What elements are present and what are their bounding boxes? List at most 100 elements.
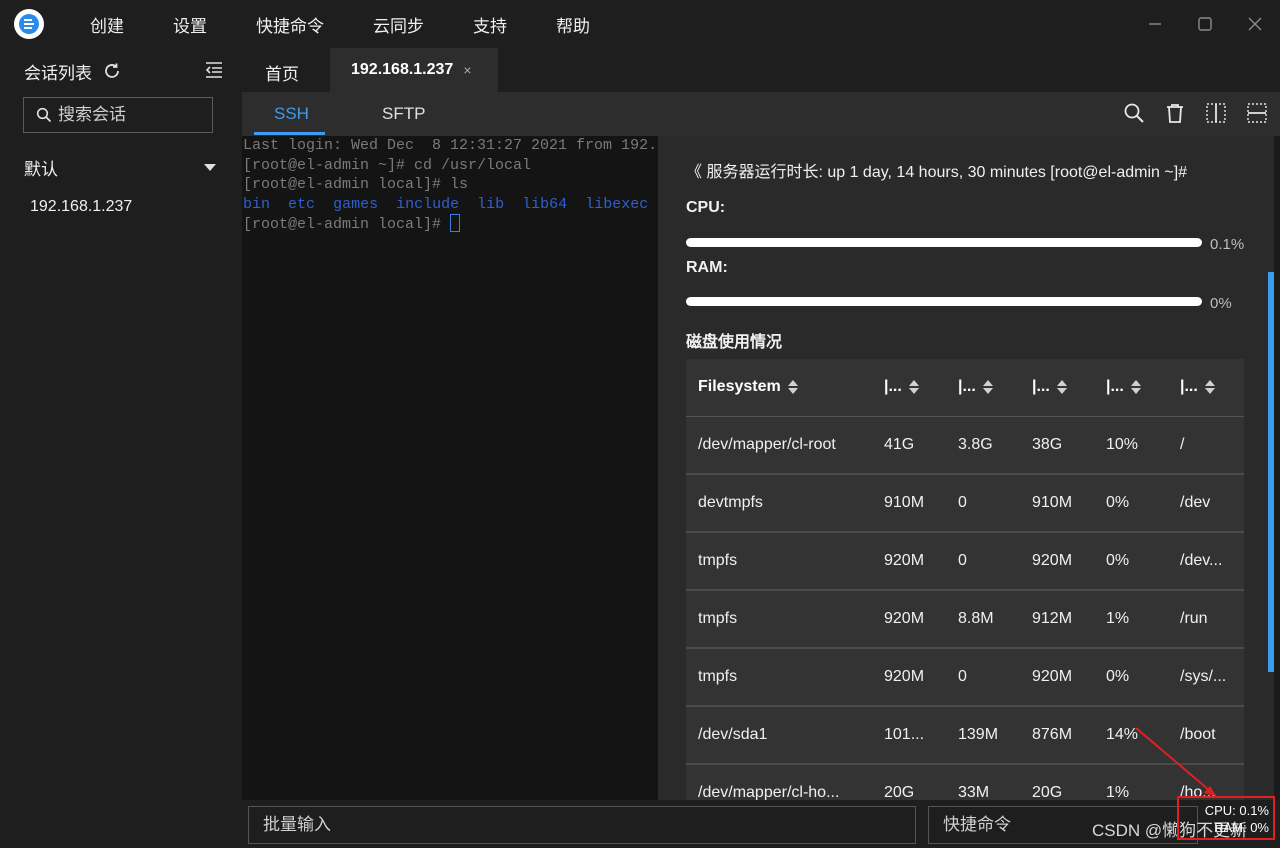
split-horizontal-icon[interactable] <box>1246 102 1268 124</box>
table-cell: 1% <box>1094 590 1168 649</box>
tab-bar: 首页 192.168.1.237 × <box>242 48 1280 92</box>
session-item[interactable]: 192.168.1.237 <box>30 198 132 216</box>
table-cell: /dev/mapper/cl-root <box>686 416 872 475</box>
table-cell: /dev/sda1 <box>686 706 872 765</box>
group-label: 默认 <box>24 159 58 179</box>
tab-ssh[interactable]: SSH <box>274 104 309 124</box>
table-cell: 14% <box>1094 706 1168 765</box>
close-window-button[interactable] <box>1230 0 1280 48</box>
terminal-ls-output: bin etc games include lib lib64 libexec … <box>243 195 658 215</box>
table-cell: 139M <box>946 706 1020 765</box>
batch-input[interactable] <box>248 806 916 844</box>
menu-support[interactable]: 支持 <box>473 12 507 37</box>
bottom-bar: CSDN @懒狗不更新 CPU: 0.1% RAM: 0% <box>242 796 1280 848</box>
sort-icon <box>908 380 919 395</box>
column-header[interactable]: |... <box>1094 359 1168 417</box>
disk-usage-table: Filesystem |... |... |... |... |... /dev… <box>686 359 1244 800</box>
status-cpu: CPU: 0.1% <box>1204 803 1269 818</box>
status-ram: RAM: 0% <box>1214 820 1269 835</box>
column-header-label: Filesystem <box>698 378 781 396</box>
cpu-label: CPU: <box>686 199 726 216</box>
table-cell: devtmpfs <box>686 474 872 533</box>
search-icon[interactable] <box>1123 102 1145 124</box>
close-icon <box>1248 17 1262 31</box>
table-cell: 1% <box>1094 764 1168 800</box>
column-header-label: |... <box>1106 378 1124 396</box>
menu-cloud-sync[interactable]: 云同步 <box>373 12 424 37</box>
tab-session[interactable]: 192.168.1.237 × <box>330 48 498 92</box>
split-vertical-icon[interactable] <box>1205 102 1227 124</box>
column-header[interactable]: |... <box>946 359 1020 417</box>
terminal-prompt: [root@el-admin local]# <box>243 216 451 233</box>
column-header[interactable]: |... <box>1168 359 1244 417</box>
main-menu: 创建 设置 快捷命令 云同步 支持 帮助 <box>90 12 639 37</box>
search-input[interactable] <box>58 105 198 125</box>
tab-sftp[interactable]: SFTP <box>382 104 425 124</box>
column-header[interactable]: |... <box>872 359 946 417</box>
table-cell: 910M <box>872 474 946 533</box>
trash-icon[interactable] <box>1164 102 1186 124</box>
menu-settings[interactable]: 设置 <box>173 12 207 37</box>
menu-help[interactable]: 帮助 <box>556 12 590 37</box>
ls-item: lib64 <box>522 195 568 213</box>
table-cell: /run <box>1168 590 1244 649</box>
window-controls <box>1130 0 1280 48</box>
column-header[interactable]: |... <box>1020 359 1094 417</box>
session-group-default[interactable]: 默认 <box>24 156 216 179</box>
menu-quick-commands[interactable]: 快捷命令 <box>256 12 324 37</box>
tab-home[interactable]: 首页 <box>265 60 299 85</box>
column-header[interactable]: Filesystem <box>686 359 872 417</box>
uptime-text: 《 服务器运行时长: up 1 day, 14 hours, 30 minute… <box>686 164 1188 181</box>
search-icon <box>36 107 52 123</box>
sort-icon <box>1204 380 1215 395</box>
table-row: /dev/mapper/cl-ho... 20G 33M 20G 1% /ho.… <box>686 764 1244 800</box>
table-cell: 0 <box>946 474 1020 533</box>
table-cell: 910M <box>1020 474 1094 533</box>
table-cell: 20G <box>1020 764 1094 800</box>
table-row: /dev/mapper/cl-root 41G 3.8G 38G 10% / <box>686 416 1244 475</box>
ram-usage-bar <box>686 297 1202 306</box>
table-cell: 0% <box>1094 648 1168 707</box>
menu-create[interactable]: 创建 <box>90 12 124 37</box>
cpu-usage-bar <box>686 238 1202 247</box>
collapse-sidebar-icon[interactable] <box>204 60 224 80</box>
sort-icon <box>1130 380 1141 395</box>
sort-icon <box>787 380 798 395</box>
table-cell: 920M <box>872 590 946 649</box>
table-cell: /dev <box>1168 474 1244 533</box>
cpu-usage-value: 0.1% <box>1210 236 1245 253</box>
terminal-line: Last login: Wed Dec 8 12:31:27 2021 from… <box>243 137 658 154</box>
title-bar: 创建 设置 快捷命令 云同步 支持 帮助 <box>0 0 1280 48</box>
session-search[interactable] <box>23 97 213 133</box>
maximize-button[interactable] <box>1180 0 1230 48</box>
minimize-button[interactable] <box>1130 0 1180 48</box>
disk-usage-title: 磁盘使用情况 <box>686 334 783 351</box>
refresh-icon[interactable] <box>102 61 122 81</box>
table-cell: 920M <box>1020 648 1094 707</box>
sub-tab-bar: SSH SFTP <box>242 92 1280 136</box>
table-row: tmpfs 920M 0 920M 0% /dev... <box>686 532 1244 591</box>
table-cell: tmpfs <box>686 648 872 707</box>
ls-item: bin <box>243 195 271 213</box>
table-row: devtmpfs 910M 0 910M 0% /dev <box>686 474 1244 533</box>
table-cell: /sys/... <box>1168 648 1244 707</box>
tab-close-icon[interactable]: × <box>463 62 471 78</box>
column-header-label: |... <box>958 378 976 396</box>
terminal-line: [root@el-admin ~]# cd /usr/local <box>243 156 532 174</box>
terminal-toolbar <box>1104 102 1268 124</box>
table-cell: 920M <box>1020 532 1094 591</box>
ls-item: etc <box>288 195 316 213</box>
table-cell: 920M <box>872 532 946 591</box>
ls-item: libexec <box>585 195 649 213</box>
table-cell: 33M <box>946 764 1020 800</box>
terminal-line: [root@el-admin local]# ls <box>243 176 469 193</box>
terminal[interactable]: Last login: Wed Dec 8 12:31:27 2021 from… <box>242 136 658 800</box>
table-cell: tmpfs <box>686 532 872 591</box>
resource-status: CPU: 0.1% RAM: 0% <box>1177 796 1275 840</box>
table-row: tmpfs 920M 0 920M 0% /sys/... <box>686 648 1244 707</box>
table-cell: /ho... <box>1168 764 1244 800</box>
ls-item: lib <box>477 195 505 213</box>
sidebar: 会话列表 默认 192.168.1.237 <box>0 48 242 848</box>
panel-scrollbar[interactable] <box>1268 272 1274 672</box>
ram-label: RAM: <box>686 259 728 276</box>
